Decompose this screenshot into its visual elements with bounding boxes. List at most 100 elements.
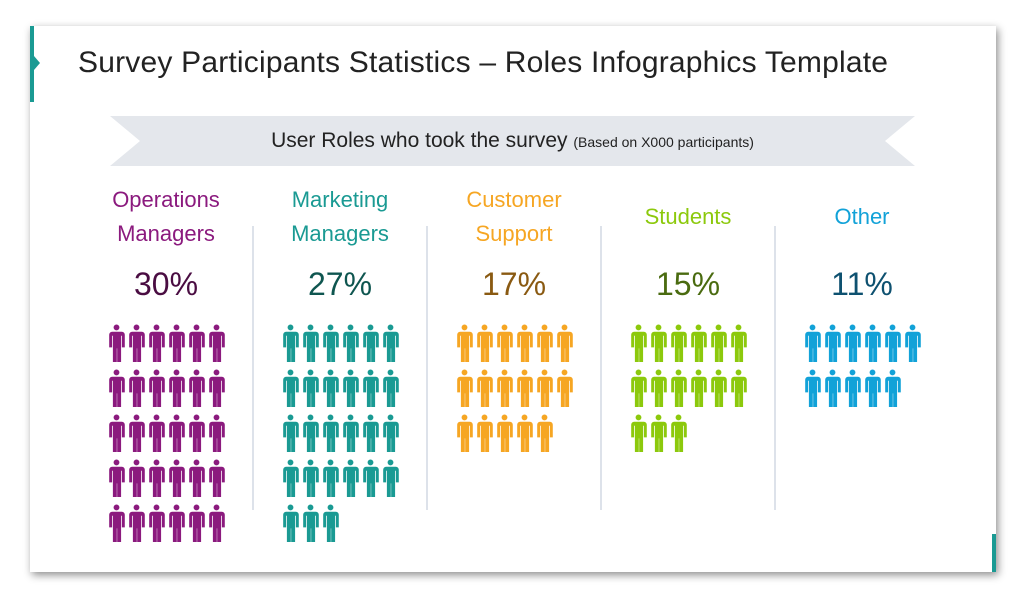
person-icon bbox=[496, 414, 513, 453]
role-column: Customer Support 17% bbox=[427, 184, 601, 459]
person-icon bbox=[516, 324, 533, 363]
person-icon bbox=[824, 369, 841, 408]
role-label-line: Other bbox=[834, 204, 890, 229]
role-label-line: Managers bbox=[117, 221, 215, 246]
person-icon bbox=[382, 369, 399, 408]
column-divider bbox=[426, 226, 428, 510]
person-icon bbox=[148, 369, 165, 408]
person-icon bbox=[476, 369, 493, 408]
person-icon bbox=[630, 414, 647, 453]
person-icon bbox=[690, 369, 707, 408]
person-icon bbox=[630, 324, 647, 363]
person-icon bbox=[208, 414, 225, 453]
person-icon bbox=[282, 414, 299, 453]
role-column: Students 15% bbox=[601, 184, 775, 459]
percentage-label: 15% bbox=[655, 266, 721, 302]
person-icon bbox=[536, 369, 553, 408]
person-icon bbox=[148, 324, 165, 363]
person-icon bbox=[302, 369, 319, 408]
person-icon bbox=[362, 459, 379, 498]
person-icon bbox=[456, 369, 473, 408]
banner-subtitle: (Based on X000 participants) bbox=[573, 134, 754, 150]
person-icon bbox=[108, 504, 125, 543]
person-icon bbox=[128, 504, 145, 543]
person-icon-grid bbox=[280, 324, 400, 549]
role-label: Operations Managers bbox=[79, 184, 253, 250]
person-icon bbox=[282, 324, 299, 363]
percentage-label: 11% bbox=[831, 266, 893, 302]
person-icon bbox=[128, 369, 145, 408]
person-icon bbox=[322, 504, 339, 543]
role-label: Marketing Managers bbox=[253, 184, 427, 250]
person-icon bbox=[730, 324, 747, 363]
person-icon bbox=[342, 459, 359, 498]
person-icon bbox=[844, 369, 861, 408]
person-icon bbox=[168, 369, 185, 408]
person-icon bbox=[188, 504, 205, 543]
role-column: Marketing Managers 27% bbox=[253, 184, 427, 549]
person-icon-grid bbox=[106, 324, 226, 549]
role-label: Students bbox=[601, 184, 775, 250]
person-icon bbox=[208, 504, 225, 543]
person-icon bbox=[302, 504, 319, 543]
person-icon bbox=[188, 369, 205, 408]
accent-arrow-icon bbox=[34, 56, 40, 70]
column-divider bbox=[774, 226, 776, 510]
person-icon bbox=[516, 414, 533, 453]
person-icon bbox=[168, 324, 185, 363]
person-icon bbox=[282, 369, 299, 408]
person-icon bbox=[456, 324, 473, 363]
person-icon-grid bbox=[628, 324, 748, 459]
person-icon bbox=[128, 324, 145, 363]
percentage-label: 27% bbox=[307, 266, 373, 302]
person-icon bbox=[362, 414, 379, 453]
person-icon bbox=[322, 414, 339, 453]
person-icon bbox=[302, 324, 319, 363]
slide: Survey Participants Statistics – Roles I… bbox=[30, 26, 996, 572]
person-icon bbox=[536, 324, 553, 363]
person-icon bbox=[188, 459, 205, 498]
person-icon bbox=[188, 324, 205, 363]
person-icon bbox=[168, 459, 185, 498]
person-icon bbox=[844, 324, 861, 363]
person-icon bbox=[322, 369, 339, 408]
person-icon bbox=[496, 324, 513, 363]
person-icon bbox=[670, 369, 687, 408]
person-icon bbox=[342, 324, 359, 363]
person-icon bbox=[208, 459, 225, 498]
person-icon-grid bbox=[454, 324, 574, 459]
person-icon bbox=[188, 414, 205, 453]
person-icon bbox=[108, 369, 125, 408]
person-icon bbox=[282, 504, 299, 543]
person-icon bbox=[362, 369, 379, 408]
banner-title: User Roles who took the survey bbox=[271, 129, 568, 152]
person-icon bbox=[108, 459, 125, 498]
person-icon bbox=[670, 324, 687, 363]
column-divider bbox=[252, 226, 254, 510]
column-divider bbox=[600, 226, 602, 510]
person-icon bbox=[670, 414, 687, 453]
person-icon bbox=[382, 459, 399, 498]
person-icon bbox=[168, 414, 185, 453]
person-icon bbox=[168, 504, 185, 543]
person-icon bbox=[804, 324, 821, 363]
person-icon bbox=[128, 414, 145, 453]
person-icon bbox=[476, 324, 493, 363]
person-icon bbox=[302, 414, 319, 453]
person-icon bbox=[208, 324, 225, 363]
person-icon bbox=[382, 414, 399, 453]
person-icon bbox=[128, 459, 145, 498]
person-icon bbox=[710, 369, 727, 408]
person-icon bbox=[496, 369, 513, 408]
person-icon bbox=[904, 324, 921, 363]
role-label: Other bbox=[775, 184, 949, 250]
role-label-line: Customer bbox=[466, 187, 562, 212]
person-icon bbox=[690, 324, 707, 363]
accent-bar-right bbox=[992, 534, 996, 572]
person-icon bbox=[650, 324, 667, 363]
person-icon bbox=[148, 459, 165, 498]
person-icon bbox=[864, 324, 881, 363]
role-label: Customer Support bbox=[427, 184, 601, 250]
ribbon-banner: User Roles who took the survey (Based on… bbox=[110, 116, 915, 166]
person-icon bbox=[650, 369, 667, 408]
